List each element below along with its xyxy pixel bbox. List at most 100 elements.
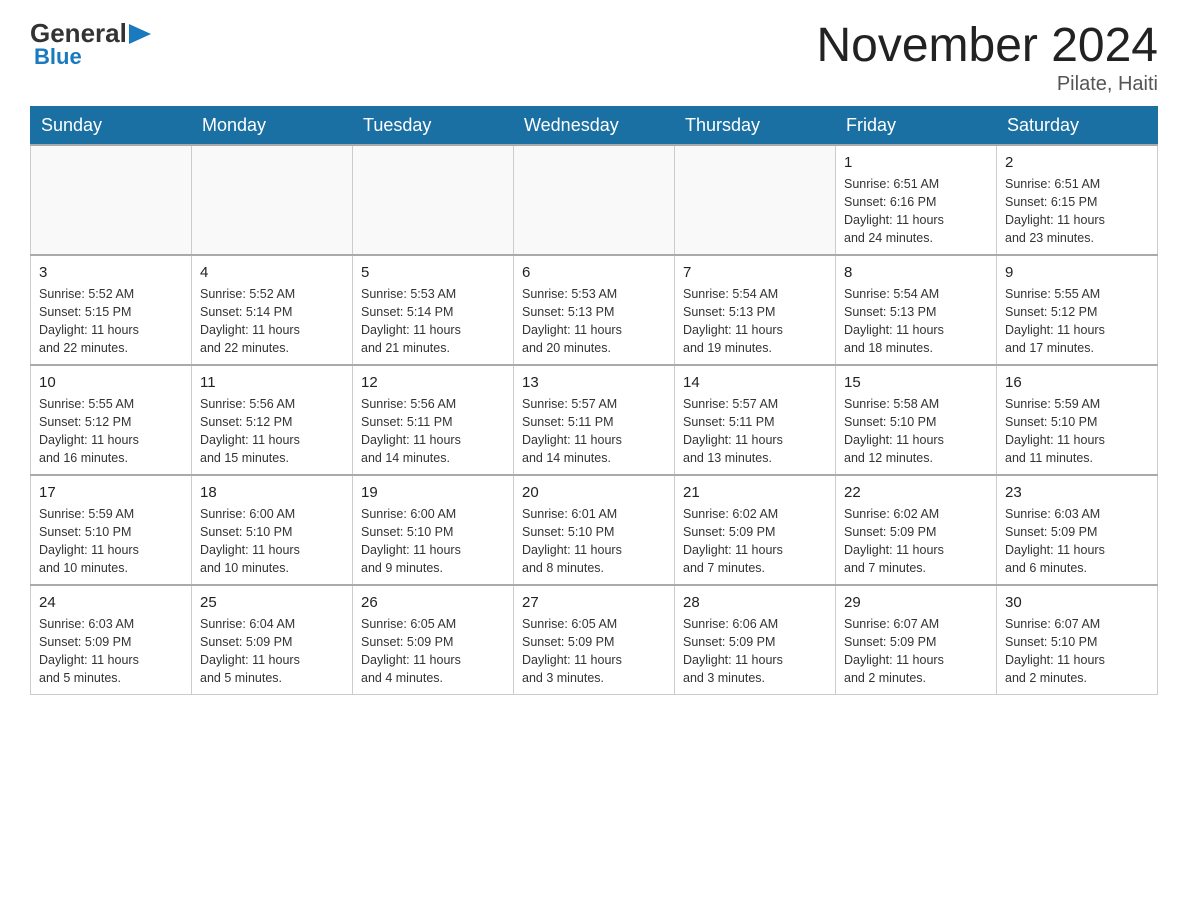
weekday-header-wednesday: Wednesday <box>514 106 675 145</box>
calendar-header-row: SundayMondayTuesdayWednesdayThursdayFrid… <box>31 106 1158 145</box>
day-info: Sunrise: 6:01 AM Sunset: 5:10 PM Dayligh… <box>522 505 666 578</box>
day-number: 10 <box>39 372 183 393</box>
day-info: Sunrise: 5:56 AM Sunset: 5:12 PM Dayligh… <box>200 395 344 468</box>
calendar-cell: 3Sunrise: 5:52 AM Sunset: 5:15 PM Daylig… <box>31 255 192 365</box>
day-info: Sunrise: 6:07 AM Sunset: 5:09 PM Dayligh… <box>844 615 988 688</box>
day-number: 6 <box>522 262 666 283</box>
day-info: Sunrise: 6:00 AM Sunset: 5:10 PM Dayligh… <box>361 505 505 578</box>
calendar-cell: 19Sunrise: 6:00 AM Sunset: 5:10 PM Dayli… <box>353 475 514 585</box>
day-info: Sunrise: 6:05 AM Sunset: 5:09 PM Dayligh… <box>522 615 666 688</box>
day-info: Sunrise: 5:59 AM Sunset: 5:10 PM Dayligh… <box>39 505 183 578</box>
calendar-cell <box>675 145 836 255</box>
calendar-cell <box>192 145 353 255</box>
day-info: Sunrise: 5:54 AM Sunset: 5:13 PM Dayligh… <box>844 285 988 358</box>
day-number: 28 <box>683 592 827 613</box>
weekday-header-thursday: Thursday <box>675 106 836 145</box>
day-number: 8 <box>844 262 988 283</box>
day-info: Sunrise: 6:02 AM Sunset: 5:09 PM Dayligh… <box>844 505 988 578</box>
calendar-cell: 6Sunrise: 5:53 AM Sunset: 5:13 PM Daylig… <box>514 255 675 365</box>
day-number: 7 <box>683 262 827 283</box>
logo-blue-text: Blue <box>34 46 82 68</box>
calendar-cell: 17Sunrise: 5:59 AM Sunset: 5:10 PM Dayli… <box>31 475 192 585</box>
day-info: Sunrise: 5:58 AM Sunset: 5:10 PM Dayligh… <box>844 395 988 468</box>
calendar-cell: 27Sunrise: 6:05 AM Sunset: 5:09 PM Dayli… <box>514 585 675 695</box>
calendar-cell: 18Sunrise: 6:00 AM Sunset: 5:10 PM Dayli… <box>192 475 353 585</box>
day-number: 2 <box>1005 152 1149 173</box>
page-header: General Blue November 2024 Pilate, Haiti <box>30 20 1158 96</box>
day-info: Sunrise: 5:56 AM Sunset: 5:11 PM Dayligh… <box>361 395 505 468</box>
day-info: Sunrise: 6:51 AM Sunset: 6:15 PM Dayligh… <box>1005 175 1149 248</box>
weekday-header-friday: Friday <box>836 106 997 145</box>
calendar-week-row: 17Sunrise: 5:59 AM Sunset: 5:10 PM Dayli… <box>31 475 1158 585</box>
calendar-cell <box>353 145 514 255</box>
calendar-cell: 21Sunrise: 6:02 AM Sunset: 5:09 PM Dayli… <box>675 475 836 585</box>
title-block: November 2024 Pilate, Haiti <box>816 20 1158 96</box>
calendar-week-row: 1Sunrise: 6:51 AM Sunset: 6:16 PM Daylig… <box>31 145 1158 255</box>
month-title: November 2024 <box>816 20 1158 73</box>
day-number: 17 <box>39 482 183 503</box>
calendar-week-row: 3Sunrise: 5:52 AM Sunset: 5:15 PM Daylig… <box>31 255 1158 365</box>
calendar-cell: 13Sunrise: 5:57 AM Sunset: 5:11 PM Dayli… <box>514 365 675 475</box>
calendar-cell: 5Sunrise: 5:53 AM Sunset: 5:14 PM Daylig… <box>353 255 514 365</box>
day-info: Sunrise: 6:51 AM Sunset: 6:16 PM Dayligh… <box>844 175 988 248</box>
calendar-cell: 2Sunrise: 6:51 AM Sunset: 6:15 PM Daylig… <box>997 145 1158 255</box>
day-number: 14 <box>683 372 827 393</box>
day-number: 9 <box>1005 262 1149 283</box>
weekday-header-monday: Monday <box>192 106 353 145</box>
calendar-cell: 11Sunrise: 5:56 AM Sunset: 5:12 PM Dayli… <box>192 365 353 475</box>
day-number: 18 <box>200 482 344 503</box>
day-info: Sunrise: 5:53 AM Sunset: 5:13 PM Dayligh… <box>522 285 666 358</box>
calendar-week-row: 24Sunrise: 6:03 AM Sunset: 5:09 PM Dayli… <box>31 585 1158 695</box>
calendar-cell: 10Sunrise: 5:55 AM Sunset: 5:12 PM Dayli… <box>31 365 192 475</box>
calendar-table: SundayMondayTuesdayWednesdayThursdayFrid… <box>30 106 1158 696</box>
day-number: 30 <box>1005 592 1149 613</box>
calendar-week-row: 10Sunrise: 5:55 AM Sunset: 5:12 PM Dayli… <box>31 365 1158 475</box>
logo: General Blue <box>30 20 151 68</box>
day-number: 16 <box>1005 372 1149 393</box>
day-info: Sunrise: 6:00 AM Sunset: 5:10 PM Dayligh… <box>200 505 344 578</box>
calendar-cell: 12Sunrise: 5:56 AM Sunset: 5:11 PM Dayli… <box>353 365 514 475</box>
day-info: Sunrise: 5:53 AM Sunset: 5:14 PM Dayligh… <box>361 285 505 358</box>
location: Pilate, Haiti <box>816 73 1158 96</box>
calendar-cell: 24Sunrise: 6:03 AM Sunset: 5:09 PM Dayli… <box>31 585 192 695</box>
calendar-cell: 8Sunrise: 5:54 AM Sunset: 5:13 PM Daylig… <box>836 255 997 365</box>
day-info: Sunrise: 5:52 AM Sunset: 5:14 PM Dayligh… <box>200 285 344 358</box>
day-info: Sunrise: 6:03 AM Sunset: 5:09 PM Dayligh… <box>1005 505 1149 578</box>
day-number: 19 <box>361 482 505 503</box>
day-info: Sunrise: 6:05 AM Sunset: 5:09 PM Dayligh… <box>361 615 505 688</box>
day-number: 26 <box>361 592 505 613</box>
day-number: 29 <box>844 592 988 613</box>
day-info: Sunrise: 6:03 AM Sunset: 5:09 PM Dayligh… <box>39 615 183 688</box>
calendar-cell: 29Sunrise: 6:07 AM Sunset: 5:09 PM Dayli… <box>836 585 997 695</box>
day-number: 5 <box>361 262 505 283</box>
day-number: 4 <box>200 262 344 283</box>
day-number: 11 <box>200 372 344 393</box>
logo-general-text: General <box>30 20 127 46</box>
day-number: 3 <box>39 262 183 283</box>
weekday-header-tuesday: Tuesday <box>353 106 514 145</box>
calendar-cell: 9Sunrise: 5:55 AM Sunset: 5:12 PM Daylig… <box>997 255 1158 365</box>
day-info: Sunrise: 6:06 AM Sunset: 5:09 PM Dayligh… <box>683 615 827 688</box>
day-info: Sunrise: 5:57 AM Sunset: 5:11 PM Dayligh… <box>683 395 827 468</box>
calendar-cell: 30Sunrise: 6:07 AM Sunset: 5:10 PM Dayli… <box>997 585 1158 695</box>
calendar-cell <box>31 145 192 255</box>
day-number: 25 <box>200 592 344 613</box>
logo-triangle-icon <box>129 24 151 44</box>
day-number: 15 <box>844 372 988 393</box>
calendar-cell: 22Sunrise: 6:02 AM Sunset: 5:09 PM Dayli… <box>836 475 997 585</box>
calendar-cell: 26Sunrise: 6:05 AM Sunset: 5:09 PM Dayli… <box>353 585 514 695</box>
day-number: 20 <box>522 482 666 503</box>
day-info: Sunrise: 5:55 AM Sunset: 5:12 PM Dayligh… <box>39 395 183 468</box>
calendar-cell <box>514 145 675 255</box>
day-number: 21 <box>683 482 827 503</box>
calendar-cell: 1Sunrise: 6:51 AM Sunset: 6:16 PM Daylig… <box>836 145 997 255</box>
day-info: Sunrise: 5:59 AM Sunset: 5:10 PM Dayligh… <box>1005 395 1149 468</box>
calendar-cell: 20Sunrise: 6:01 AM Sunset: 5:10 PM Dayli… <box>514 475 675 585</box>
calendar-cell: 7Sunrise: 5:54 AM Sunset: 5:13 PM Daylig… <box>675 255 836 365</box>
day-info: Sunrise: 6:04 AM Sunset: 5:09 PM Dayligh… <box>200 615 344 688</box>
calendar-cell: 4Sunrise: 5:52 AM Sunset: 5:14 PM Daylig… <box>192 255 353 365</box>
calendar-cell: 25Sunrise: 6:04 AM Sunset: 5:09 PM Dayli… <box>192 585 353 695</box>
day-info: Sunrise: 5:52 AM Sunset: 5:15 PM Dayligh… <box>39 285 183 358</box>
day-info: Sunrise: 5:55 AM Sunset: 5:12 PM Dayligh… <box>1005 285 1149 358</box>
calendar-cell: 16Sunrise: 5:59 AM Sunset: 5:10 PM Dayli… <box>997 365 1158 475</box>
